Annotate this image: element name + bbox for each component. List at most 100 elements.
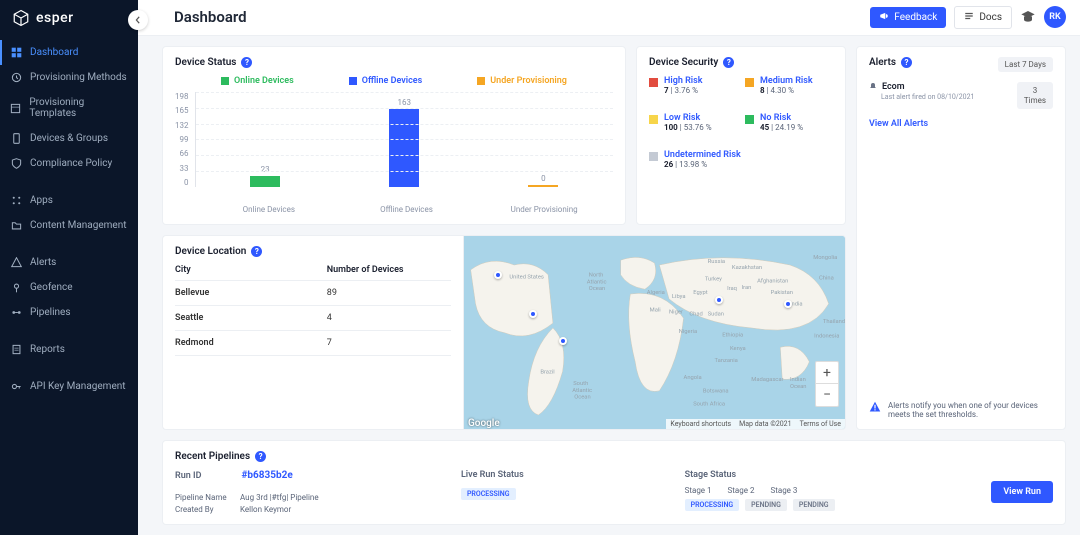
help-icon[interactable]: ? (241, 57, 252, 68)
sidebar: esper DashboardProvisioning MethodsProvi… (0, 0, 138, 535)
location-row[interactable]: Seattle4 (175, 306, 451, 331)
brand-logo[interactable]: esper (0, 0, 138, 36)
alert-item[interactable]: Ecom Last alert fired on 08/10/2021 3 Ti… (869, 82, 1053, 109)
svg-text:Egypt: Egypt (693, 290, 707, 296)
stage-status-label: Stage Status (685, 470, 976, 480)
location-row[interactable]: Redmond7 (175, 331, 451, 356)
risk-color-icon (649, 115, 658, 124)
sidebar-item-geofence[interactable]: Geofence (0, 275, 138, 300)
device-location-section: Device Location ? City Number of Devices… (162, 235, 846, 431)
sidebar-item-alerts[interactable]: Alerts (0, 250, 138, 275)
svg-text:Turkey: Turkey (705, 276, 722, 282)
content-icon (10, 220, 22, 231)
sidebar-item-dashboard[interactable]: Dashboard (0, 40, 138, 65)
brand-name: esper (36, 10, 74, 26)
map-attribution: Keyboard shortcuts Map data ©2021 Terms … (666, 419, 845, 429)
svg-text:North: North (589, 273, 604, 279)
device-location-title: Device Location (175, 246, 246, 257)
zoom-in-button[interactable]: + (816, 362, 838, 384)
sidebar-item-apps[interactable]: Apps (0, 188, 138, 213)
risk-low-risk[interactable]: Low Risk100 | 53.76 % (649, 113, 737, 132)
alerts-period[interactable]: Last 7 Days (998, 57, 1053, 72)
svg-text:Nigeria: Nigeria (679, 329, 697, 335)
alerts-card: Alerts ? Last 7 Days Ecom Last alert fir… (856, 46, 1066, 431)
sidebar-item-provisioning-templates[interactable]: Provisioning Templates (0, 90, 138, 126)
view-all-alerts-link[interactable]: View All Alerts (869, 119, 1053, 129)
feedback-button[interactable]: Feedback (870, 7, 946, 28)
location-list: Device Location ? City Number of Devices… (162, 235, 463, 431)
view-run-button[interactable]: View Run (991, 481, 1053, 503)
info-icon (869, 401, 881, 415)
svg-text:Ethiopia: Ethiopia (722, 333, 743, 339)
provision-method-icon (10, 72, 22, 83)
risk-high-risk[interactable]: High Risk7 | 3.76 % (649, 76, 737, 95)
legend-provisioning[interactable]: Under Provisioning (477, 76, 567, 86)
chart-legend: Online Devices Offline Devices Under Pro… (175, 76, 613, 86)
reports-icon (10, 344, 22, 355)
sidebar-item-reports[interactable]: Reports (0, 337, 138, 362)
svg-text:Indonesia: Indonesia (814, 334, 839, 340)
user-avatar[interactable]: RK (1044, 6, 1066, 28)
docs-button[interactable]: Docs (954, 6, 1012, 29)
svg-text:Tanzania: Tanzania (714, 358, 737, 364)
map-provider-logo: Google (468, 418, 500, 429)
risk-color-icon (745, 115, 754, 124)
api-key-icon (10, 381, 22, 392)
sidebar-item-devices-groups[interactable]: Devices & Groups (0, 126, 138, 151)
stage-tag: PROCESSING (685, 499, 740, 511)
map[interactable]: United States NorthAtlanticOcean Brazil … (463, 235, 846, 431)
help-icon[interactable]: ? (255, 451, 266, 462)
device-status-title: Device Status (175, 57, 236, 68)
risk-no-risk[interactable]: No Risk45 | 24.19 % (745, 113, 833, 132)
sidebar-item-content-management[interactable]: Content Management (0, 213, 138, 238)
help-icon[interactable]: ? (901, 57, 912, 68)
svg-text:Ocean: Ocean (790, 384, 806, 390)
svg-text:Atlantic: Atlantic (572, 388, 592, 394)
risk-color-icon (649, 78, 658, 87)
sidebar-item-api-key-management[interactable]: API Key Management (0, 374, 138, 399)
svg-text:Brazil: Brazil (540, 369, 554, 375)
svg-text:Iraq: Iraq (727, 286, 737, 292)
sidebar-collapse-button[interactable] (128, 10, 148, 30)
risk-medium-risk[interactable]: Medium Risk8 | 4.30 % (745, 76, 833, 95)
sidebar-item-compliance-policy[interactable]: Compliance Policy (0, 151, 138, 176)
svg-text:Atlantic: Atlantic (587, 279, 607, 285)
sidebar-item-pipelines[interactable]: Pipelines (0, 300, 138, 325)
svg-text:Iran: Iran (742, 285, 752, 291)
help-icon[interactable]: ? (723, 57, 734, 68)
legend-online[interactable]: Online Devices (221, 76, 294, 86)
location-row[interactable]: Bellevue89 (175, 281, 451, 306)
learn-icon[interactable] (1020, 9, 1036, 25)
topbar: Dashboard Feedback Docs RK (138, 0, 1080, 36)
sidebar-item-provisioning-methods[interactable]: Provisioning Methods (0, 65, 138, 90)
svg-text:Libya: Libya (672, 294, 686, 300)
svg-text:Mongolia: Mongolia (813, 255, 837, 261)
dashboard-icon (10, 47, 22, 58)
risk-undetermined-risk[interactable]: Undetermined Risk26 | 13.98 % (649, 150, 833, 169)
alerts-title: Alerts (869, 57, 896, 68)
svg-text:Ocean: Ocean (574, 395, 590, 401)
stage-tag: PENDING (793, 499, 835, 511)
svg-text:United States: United States (509, 275, 544, 281)
risk-color-icon (745, 78, 754, 87)
location-table-header: City Number of Devices (175, 265, 451, 281)
device-status-chart: 1981651329966330 231630 (175, 92, 613, 202)
recent-pipelines-title: Recent Pipelines (175, 451, 250, 462)
alert-count: 3 Times (1017, 82, 1053, 109)
svg-text:Kazakhstan: Kazakhstan (732, 265, 762, 271)
svg-text:Indian: Indian (790, 377, 806, 383)
device-security-title: Device Security (649, 57, 718, 68)
map-zoom-controls: + − (815, 361, 839, 407)
bell-icon (869, 82, 877, 93)
sidebar-nav: DashboardProvisioning MethodsProvisionin… (0, 40, 138, 399)
svg-text:Botswana: Botswana (703, 389, 729, 395)
legend-offline[interactable]: Offline Devices (349, 76, 423, 86)
risk-color-icon (649, 152, 658, 161)
svg-text:China: China (819, 276, 834, 282)
help-icon[interactable]: ? (251, 246, 262, 257)
run-id-label: Run ID (175, 471, 201, 481)
apps-icon (10, 195, 22, 206)
run-id-value[interactable]: #b6835b2e (241, 470, 292, 481)
alerts-footer-text: Alerts notify you when one of your devic… (888, 401, 1053, 419)
zoom-out-button[interactable]: − (816, 384, 838, 406)
